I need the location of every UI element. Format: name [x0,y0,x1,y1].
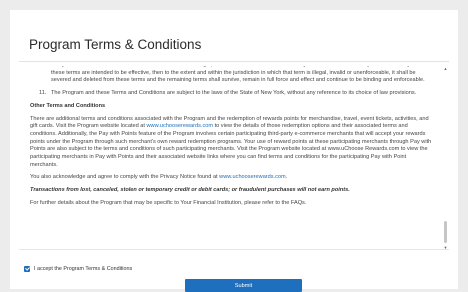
submit-button[interactable]: Submit [185,279,302,292]
accept-terms-row[interactable]: I accept the Program Terms & Conditions [24,265,132,273]
terms-content: 10. If any of these Terms and Conditions… [19,66,443,208]
terms-item-text: The Program and these Terms and Conditio… [51,90,417,97]
privacy-text: You also acknowledge and agree to comply… [30,174,220,181]
terms-item-number: 11. [39,90,47,97]
terms-item-text: If any of these Terms and Conditions are… [51,66,432,84]
page-title: Program Terms & Conditions [29,37,202,52]
rewards-website-link[interactable]: www.uchooserewards.com [147,123,214,129]
terms-scroll-area[interactable]: 10. If any of these Terms and Conditions… [19,66,449,250]
other-terms-paragraph: There are additional terms and condition… [19,116,443,170]
terms-item-11: 11. The Program and these Terms and Cond… [19,90,443,98]
accept-terms-checkbox[interactable] [24,266,30,272]
privacy-paragraph: You also acknowledge and agree to comply… [19,174,443,182]
other-terms-text-continued: to view the details of those redemption … [30,123,432,168]
privacy-suffix: . [285,174,288,181]
scroll-down-arrow-icon[interactable]: ▼ [443,245,448,249]
terms-item-number: 10. [39,66,51,85]
title-divider [19,61,449,62]
other-terms-heading: Other Terms and Conditions [30,102,106,109]
privacy-notice-link[interactable]: www.uchooserewards.com [219,174,286,180]
vertical-scrollbar[interactable]: ▲ ▼ [443,66,448,249]
accept-terms-label: I accept the Program Terms & Conditions [34,266,133,272]
terms-card: Program Terms & Conditions 10. If any of… [10,10,458,292]
scroll-up-arrow-icon[interactable]: ▲ [443,66,448,71]
terms-item-10: 10. If any of these Terms and Conditions… [19,66,443,85]
scrollbar-thumb[interactable] [444,221,447,243]
faq-note: For further details about the Program th… [30,199,307,206]
transactions-note: Transactions from lost, canceled, stolen… [30,187,350,194]
